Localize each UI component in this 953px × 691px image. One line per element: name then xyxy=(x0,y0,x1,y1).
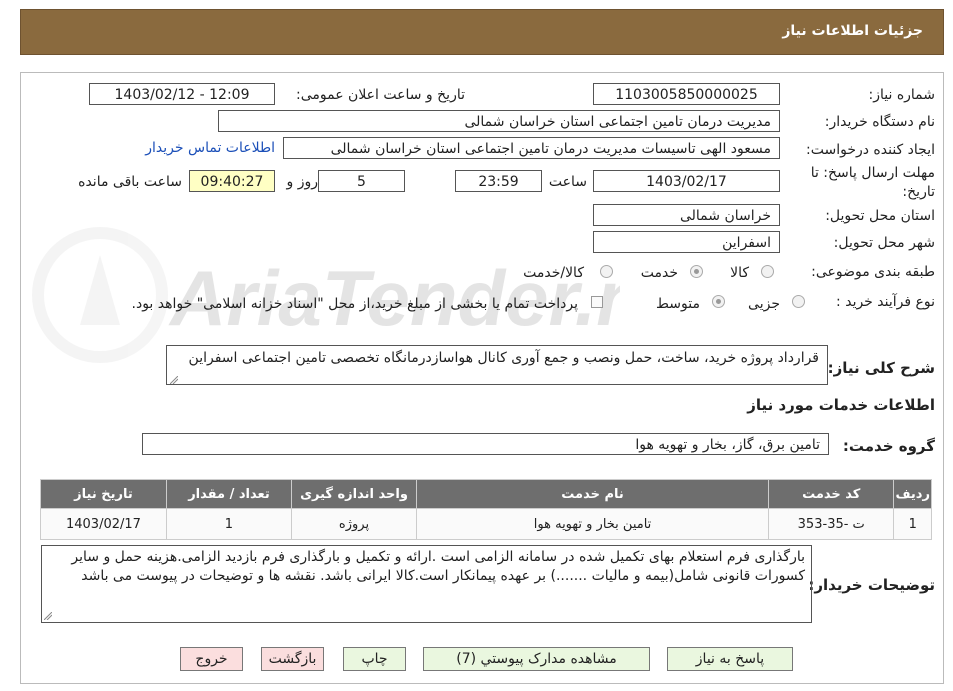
col-unit: واحد اندازه گیری xyxy=(290,479,418,509)
category-option-service: خدمت xyxy=(640,265,678,281)
announce-label: تاریخ و ساعت اعلان عمومی: xyxy=(296,87,465,103)
process-label: نوع فرآیند خرید : xyxy=(836,294,935,310)
cell-service-name: تامین بخار و تهویه هوا xyxy=(416,508,770,540)
days-label: روز و xyxy=(286,174,319,190)
col-quantity: تعداد / مقدار xyxy=(165,479,292,509)
col-need-date: تاریخ نیاز xyxy=(40,479,167,509)
reply-button[interactable]: پاسخ به نیاز xyxy=(667,647,793,671)
page-header: جزئیات اطلاعات نیاز xyxy=(20,9,944,55)
deadline-date-field: 1403/02/17 xyxy=(593,170,780,192)
resize-grip-icon[interactable] xyxy=(44,612,52,620)
buyer-org-label: نام دستگاه خریدار: xyxy=(824,114,935,130)
payment-note: پرداخت تمام یا بخشی از مبلغ خرید،از محل … xyxy=(131,296,578,312)
col-service-code: کد خدمت xyxy=(768,479,895,509)
services-table: تاریخ نیاز تعداد / مقدار واحد اندازه گیر… xyxy=(40,479,932,540)
category-radio-service[interactable] xyxy=(690,265,703,278)
page-title: جزئیات اطلاعات نیاز xyxy=(782,23,923,39)
city-label: شهر محل تحویل: xyxy=(833,235,935,251)
buyer-org-field: مدیریت درمان تامین اجتماعی استان خراسان … xyxy=(218,110,780,132)
cell-row-number: 1 xyxy=(893,508,932,540)
process-option-medium: متوسط xyxy=(656,296,700,312)
print-button[interactable]: چاپ xyxy=(343,647,406,671)
buyer-notes-field: بارگذاری فرم استعلام بهای تکمیل شده در س… xyxy=(41,545,812,623)
category-option-goods: کالا xyxy=(730,265,749,281)
treasury-checkbox[interactable] xyxy=(591,296,603,308)
cell-quantity: 1 xyxy=(165,508,292,540)
deadline-label: مهلت ارسال پاسخ: تا تاریخ: xyxy=(810,165,935,200)
deadline-time-label: ساعت xyxy=(548,174,587,190)
summary-label: شرح کلی نیاز: xyxy=(827,359,935,377)
remaining-time-field: 09:40:27 xyxy=(189,170,275,192)
exit-button[interactable]: خروج xyxy=(180,647,243,671)
category-option-goods-service: کالا/خدمت xyxy=(523,265,584,281)
remaining-label: ساعت باقی مانده xyxy=(78,174,182,190)
back-button[interactable]: بازگشت xyxy=(261,647,324,671)
service-group-field: تامین برق، گاز، بخار و تهویه هوا xyxy=(142,433,829,455)
col-row-number: ردیف xyxy=(893,479,932,509)
deadline-time-field: 23:59 xyxy=(455,170,542,192)
buyer-contact-link[interactable]: اطلاعات تماس خریدار xyxy=(145,140,275,156)
view-attachments-button[interactable]: مشاهده مدارک پیوستي (7) xyxy=(423,647,650,671)
buyer-notes-label: توضیحات خریدار: xyxy=(808,576,935,594)
need-number-label: شماره نیاز: xyxy=(868,87,936,103)
process-radio-medium[interactable] xyxy=(712,295,725,308)
province-field: خراسان شمالی xyxy=(593,204,780,226)
process-radio-minor[interactable] xyxy=(792,295,805,308)
services-section-title: اطلاعات خدمات مورد نیاز xyxy=(747,396,935,414)
table-header-row: تاریخ نیاز تعداد / مقدار واحد اندازه گیر… xyxy=(40,479,932,509)
announce-field: 1403/02/12 - 12:09 xyxy=(89,83,275,105)
category-radio-goods-service[interactable] xyxy=(600,265,613,278)
service-group-label: گروه خدمت: xyxy=(842,437,935,455)
category-radio-goods[interactable] xyxy=(761,265,774,278)
summary-field: قرارداد پروژه خرید، ساخت، حمل ونصب و جمع… xyxy=(166,345,828,385)
resize-grip-icon[interactable] xyxy=(170,376,178,384)
province-label: استان محل تحویل: xyxy=(825,208,935,224)
days-field: 5 xyxy=(318,170,405,192)
table-row: 1403/02/17 1 پروژه تامین بخار و تهویه هو… xyxy=(40,508,932,540)
cell-unit: پروژه xyxy=(290,508,418,540)
col-service-name: نام خدمت xyxy=(416,479,770,509)
requester-field: مسعود الهی تاسیسات مدیریت درمان تامین اج… xyxy=(283,137,780,159)
cell-need-date: 1403/02/17 xyxy=(40,508,167,540)
city-field: اسفراین xyxy=(593,231,780,253)
category-label: طبقه بندی موضوعی: xyxy=(811,264,935,280)
need-number-field: 1103005850000025 xyxy=(593,83,780,105)
requester-label: ایجاد کننده درخواست: xyxy=(806,142,935,158)
process-option-minor: جزیی xyxy=(748,296,780,312)
cell-service-code: ت -35-353 xyxy=(768,508,895,540)
